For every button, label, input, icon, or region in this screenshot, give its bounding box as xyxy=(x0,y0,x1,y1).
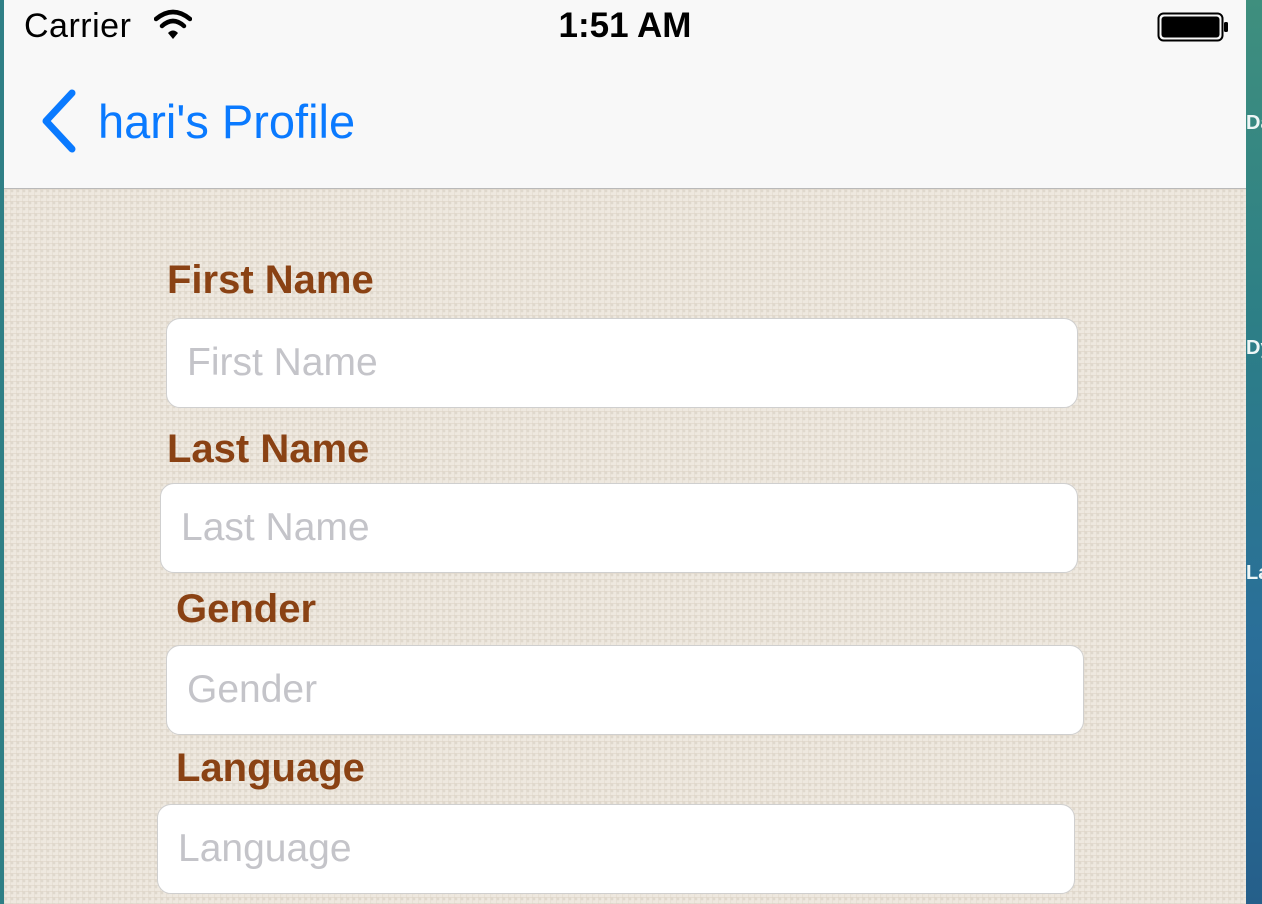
chevron-left-icon xyxy=(42,89,76,153)
last-name-input[interactable] xyxy=(160,483,1078,573)
battery-full-icon xyxy=(1157,12,1228,42)
first-name-label: First Name xyxy=(167,258,374,302)
phone-screen: Carrier 1:51 AM hari's Profile First Nam… xyxy=(4,0,1246,904)
status-bar: Carrier 1:51 AM xyxy=(4,0,1246,56)
desktop-background: Da Dy La xyxy=(1246,0,1262,904)
top-bar: Carrier 1:51 AM hari's Profile xyxy=(4,0,1246,189)
navigation-bar: hari's Profile xyxy=(4,56,1246,188)
back-button-label: hari's Profile xyxy=(98,94,356,148)
desktop-label-fragment: La xyxy=(1246,562,1262,584)
desktop-label-fragment: Da xyxy=(1246,112,1262,134)
last-name-label: Last Name xyxy=(167,427,370,471)
gender-label: Gender xyxy=(176,587,317,631)
back-button[interactable]: hari's Profile xyxy=(38,86,355,156)
first-name-input[interactable] xyxy=(166,318,1078,408)
desktop-label-fragment: Dy xyxy=(1246,337,1262,359)
gender-input[interactable] xyxy=(166,645,1084,735)
language-input[interactable] xyxy=(157,804,1075,894)
status-time: 1:51 AM xyxy=(558,6,692,45)
profile-form: First Name Last Name Gender Language xyxy=(4,189,1246,904)
language-label: Language xyxy=(176,746,365,790)
